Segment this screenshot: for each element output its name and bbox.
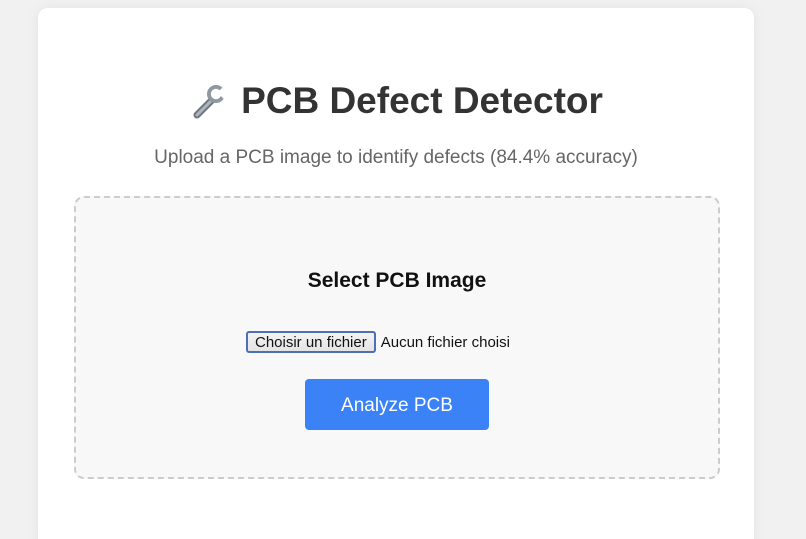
page-subtitle: Upload a PCB image to identify defects (… xyxy=(154,147,638,168)
file-input[interactable]: Choisir un fichier Aucun fichier choisi xyxy=(246,331,510,353)
wrench-icon xyxy=(189,81,230,121)
upload-dropzone[interactable]: Select PCB Image Choisir un fichier Aucu… xyxy=(74,196,720,479)
title-text: PCB Defect Detector xyxy=(241,80,603,121)
page: PCB Defect Detector Upload a PCB image t… xyxy=(0,0,806,539)
choose-file-button[interactable]: Choisir un fichier xyxy=(246,331,376,353)
page-title: PCB Defect Detector xyxy=(38,78,754,124)
main-card: PCB Defect Detector Upload a PCB image t… xyxy=(38,8,754,539)
file-status-text: Aucun fichier choisi xyxy=(380,333,510,351)
analyze-button[interactable]: Analyze PCB xyxy=(305,379,489,430)
upload-heading: Select PCB Image xyxy=(307,269,487,292)
